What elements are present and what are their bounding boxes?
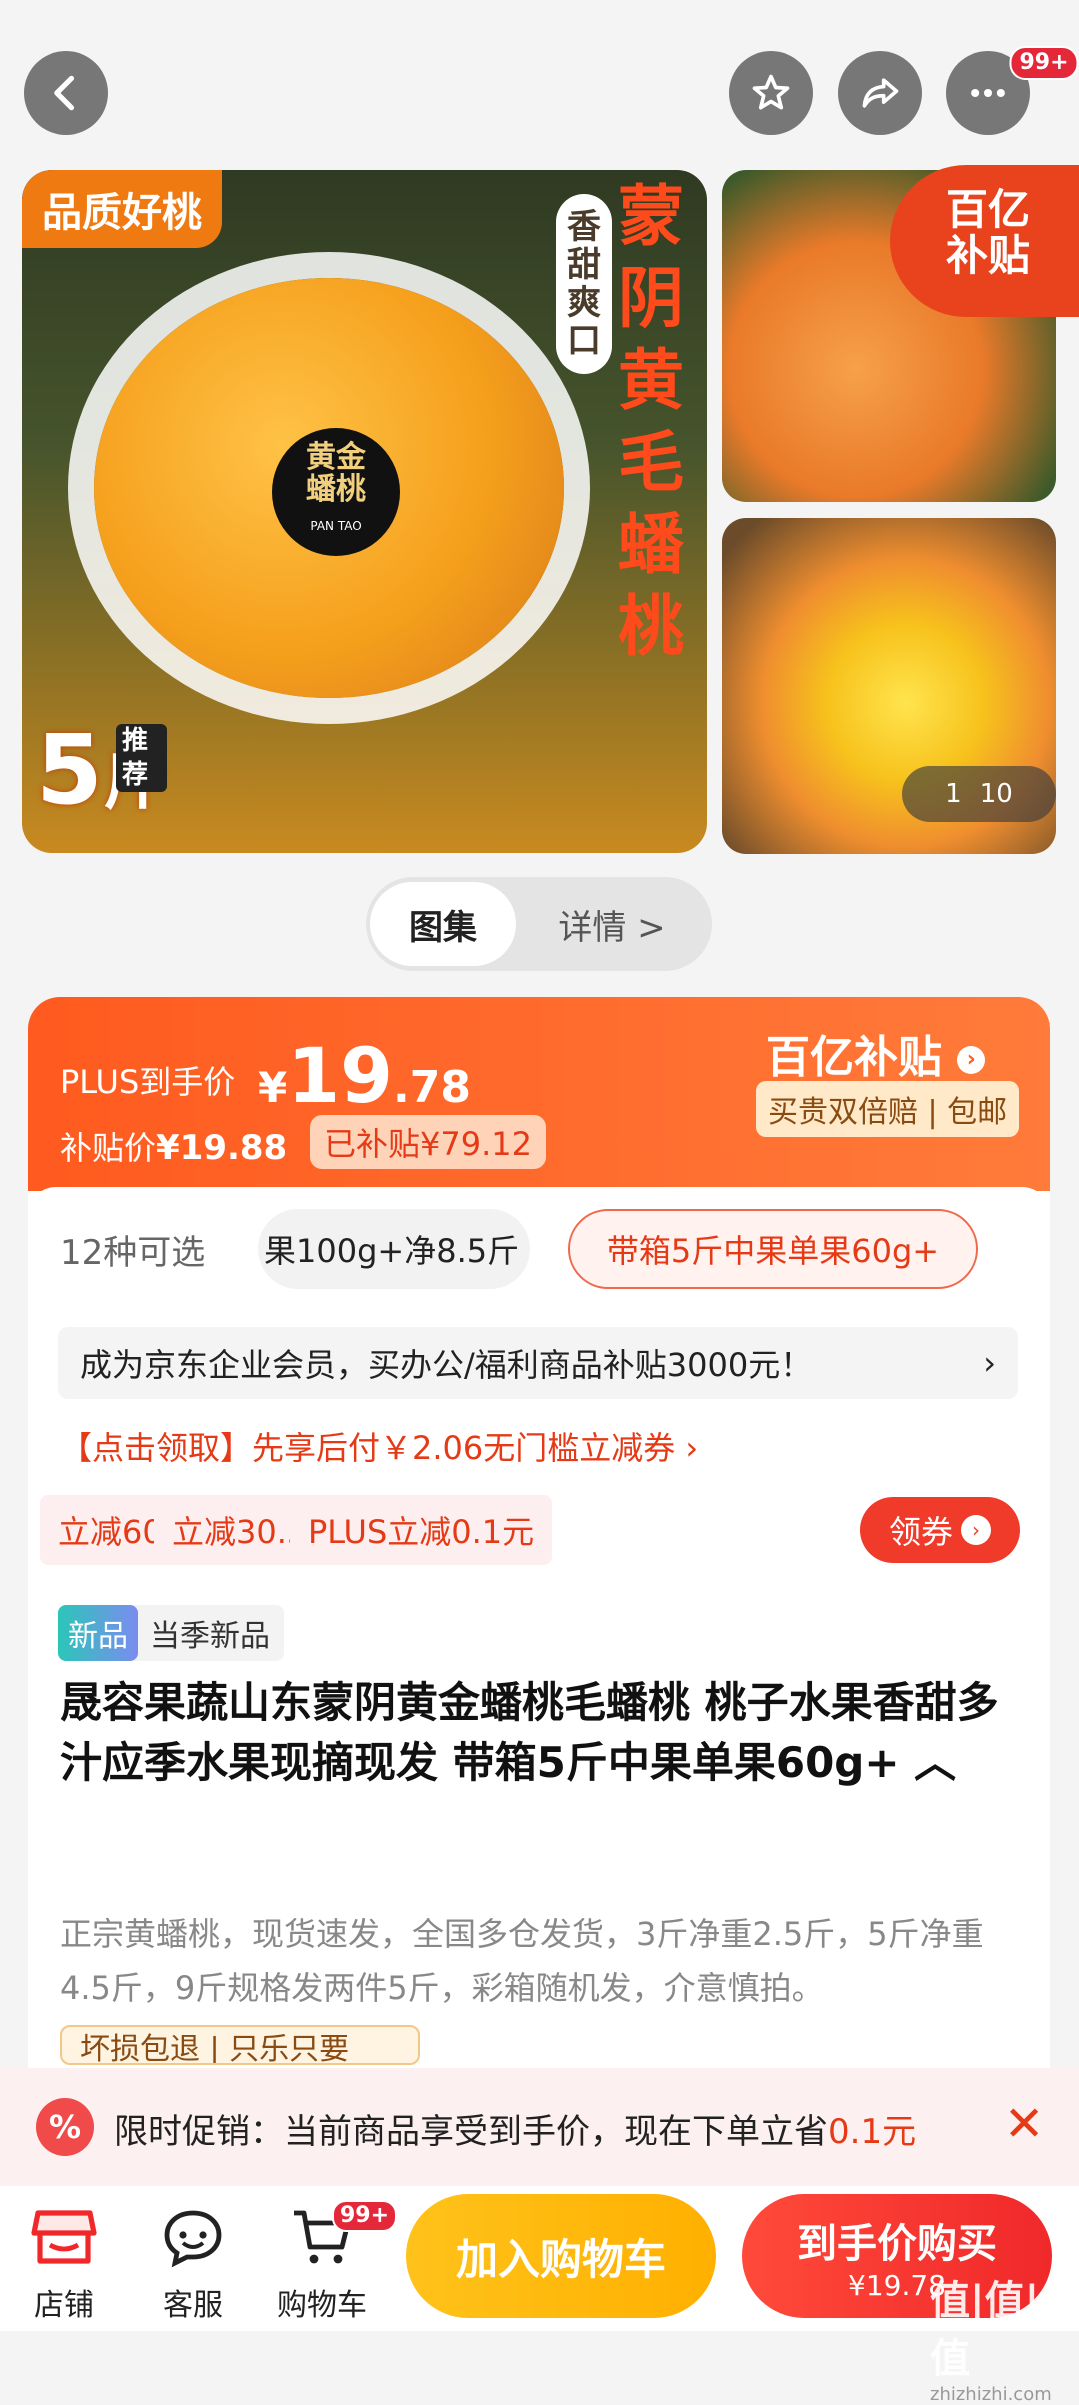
close-icon[interactable]: ✕ (1004, 2096, 1044, 2152)
more-badge: 99+ (1009, 46, 1079, 80)
counter-current: 1 (945, 779, 962, 809)
star-icon (752, 74, 790, 110)
watermark-sub: zhizhizhi.com (930, 2384, 1052, 2405)
watermark: 值|值|值 zhizhizhi.com (930, 2268, 1079, 2405)
service-tag: 坏损包退 | 只乐只要 (60, 2025, 420, 2065)
title-vertical: 蒙阴黄毛蟠桃 (618, 178, 684, 665)
enterprise-text: 成为京东企业会员，买办公/福利商品补贴3000元！ (80, 1346, 813, 1384)
store-tab[interactable]: 店铺 (4, 2194, 124, 2324)
store-label: 店铺 (34, 2288, 94, 2323)
quality-tag: 品质好桃 (22, 170, 222, 248)
spec-option-selected[interactable]: 带箱5斤中果单果60g+ (568, 1209, 978, 1289)
brand-label: 黄金蟠桃 PAN TAO (272, 428, 400, 556)
subsidy-brand-text: 百亿补贴 (766, 1032, 942, 1083)
options-count[interactable]: 12种可选 (60, 1225, 205, 1274)
counter-total: 10 (979, 779, 1013, 809)
discount-percent-icon: % (36, 2098, 94, 2156)
promo-amount: 0.1元 (828, 2112, 917, 2152)
new-badge: 新品 (58, 1605, 138, 1661)
plus-price: ¥19.78 (258, 1031, 471, 1120)
get-coupon-button[interactable]: 领券 › (860, 1497, 1020, 1563)
card-body: 12种可选 果100g+净8.5斤 带箱5斤中果单果60g+ 成为京东企业会员，… (28, 1187, 1050, 2137)
product-title[interactable]: 晟容果蔬山东蒙阴黄金蟠桃毛蟠桃 桃子水果香甜多汁应季水果现摘现发 带箱5斤中果单… (60, 1673, 1020, 1793)
spec-option-a[interactable]: 果100g+净8.5斤 (258, 1209, 530, 1289)
back-button[interactable] (24, 51, 108, 135)
favorite-button[interactable] (729, 51, 813, 135)
brand-label-en: PAN TAO (310, 519, 362, 533)
promo-bar: % 限时促销：当前商品享受到手价，现在下单立省0.1元 ✕ (0, 2068, 1079, 2186)
share-icon (862, 78, 899, 108)
cart-label: 购物车 (277, 2288, 367, 2323)
chevron-right-icon: › (983, 1344, 996, 1382)
plus-price-label: PLUS到手价 (60, 1063, 236, 1101)
product-description: 正宗黄蟠桃，现货速发，全国多仓发货，3斤净重2.5斤，5斤净重4.5斤，9斤规格… (60, 1915, 984, 2007)
subsidy-badge: 百亿 补贴 (890, 165, 1079, 317)
new-tag-text: 当季新品 (150, 1619, 270, 1654)
service-label: 客服 (163, 2288, 223, 2323)
cart-badge: 99+ (332, 2200, 398, 2232)
subsidy-price-value: ¥19.88 (156, 1128, 288, 1168)
chevron-left-icon (54, 75, 75, 111)
price-decimal: .78 (393, 1062, 471, 1113)
currency-symbol: ¥ (258, 1063, 288, 1112)
share-button[interactable] (838, 51, 922, 135)
guarantee-tag: 买贵双倍赔 | 包邮 (756, 1081, 1020, 1137)
subsidy-price-label: 补贴价 (60, 1129, 157, 1167)
tab-detail[interactable]: 详情 > (516, 900, 708, 949)
subsidy-badge-line2: 补贴 (945, 231, 1030, 280)
main-product-image[interactable]: 黄金蟠桃 PAN TAO 品质好桃 香甜爽口 蒙阴黄毛蟠桃 5斤 推荐 (22, 170, 707, 853)
service-tab[interactable]: 客服 (133, 2194, 253, 2324)
chevron-right-icon: › (957, 1046, 986, 1074)
subsidized-amount: 已补贴¥79.12 (310, 1115, 546, 1169)
buy-now-label: 到手价购买 (797, 2220, 997, 2267)
promo-text: 限时促销：当前商品享受到手价，现在下单立省0.1元 (114, 2104, 916, 2153)
product-info-card: PLUS到手价 ¥19.78 补贴价¥19.88 已补贴¥79.12 百亿补贴 … (28, 997, 1050, 2137)
watermark-main: 值|值|值 (930, 2278, 1040, 2382)
chat-icon (133, 2194, 253, 2280)
price-integer: 19 (287, 1031, 393, 1120)
subtitle-vertical: 香甜爽口 (556, 194, 612, 374)
weight-tag: 5斤 推荐 (36, 722, 167, 830)
chevron-right-icon: › (961, 1515, 991, 1545)
brand-label-text: 黄金蟠桃 (306, 440, 366, 507)
more-dots-icon (971, 88, 1005, 98)
image-counter: 1 10 (902, 766, 1056, 822)
subsidy-brand[interactable]: 百亿补贴 › (766, 1021, 986, 1085)
recommend-tag: 推荐 (116, 724, 167, 792)
weight-number: 5 (36, 714, 103, 826)
promo-text-prefix: 限时促销：当前商品享受到手价，现在下单立省 (114, 2112, 828, 2152)
bottom-action-bar: 店铺 客服 购物车 99+ 加入购物车 到手价购买 ¥19.78 (0, 2186, 1079, 2331)
store-icon (4, 2194, 124, 2280)
tab-gallery[interactable]: 图集 (370, 882, 516, 966)
new-product-tag: 新品 当季新品 (58, 1605, 284, 1661)
coupon-claim-link[interactable]: 【点击领取】先享后付￥2.06无门槛立减券 › (60, 1423, 698, 1469)
get-coupon-label: 领券 (888, 1513, 953, 1551)
add-to-cart-button[interactable]: 加入购物车 (406, 2194, 716, 2318)
discount-chip-3: PLUS立减0.1元 (290, 1495, 553, 1565)
enterprise-banner[interactable]: 成为京东企业会员，买办公/福利商品补贴3000元！ › (58, 1327, 1018, 1399)
subsidy-badge-line1: 百亿 (945, 185, 1030, 234)
subsidy-price: 补贴价¥19.88 (60, 1123, 287, 1169)
cart-tab[interactable]: 购物车 99+ (262, 2194, 398, 2324)
gallery-detail-toggle: 图集 详情 > (366, 877, 712, 971)
price-banner: PLUS到手价 ¥19.78 补贴价¥19.88 已补贴¥79.12 百亿补贴 … (28, 997, 1050, 1191)
